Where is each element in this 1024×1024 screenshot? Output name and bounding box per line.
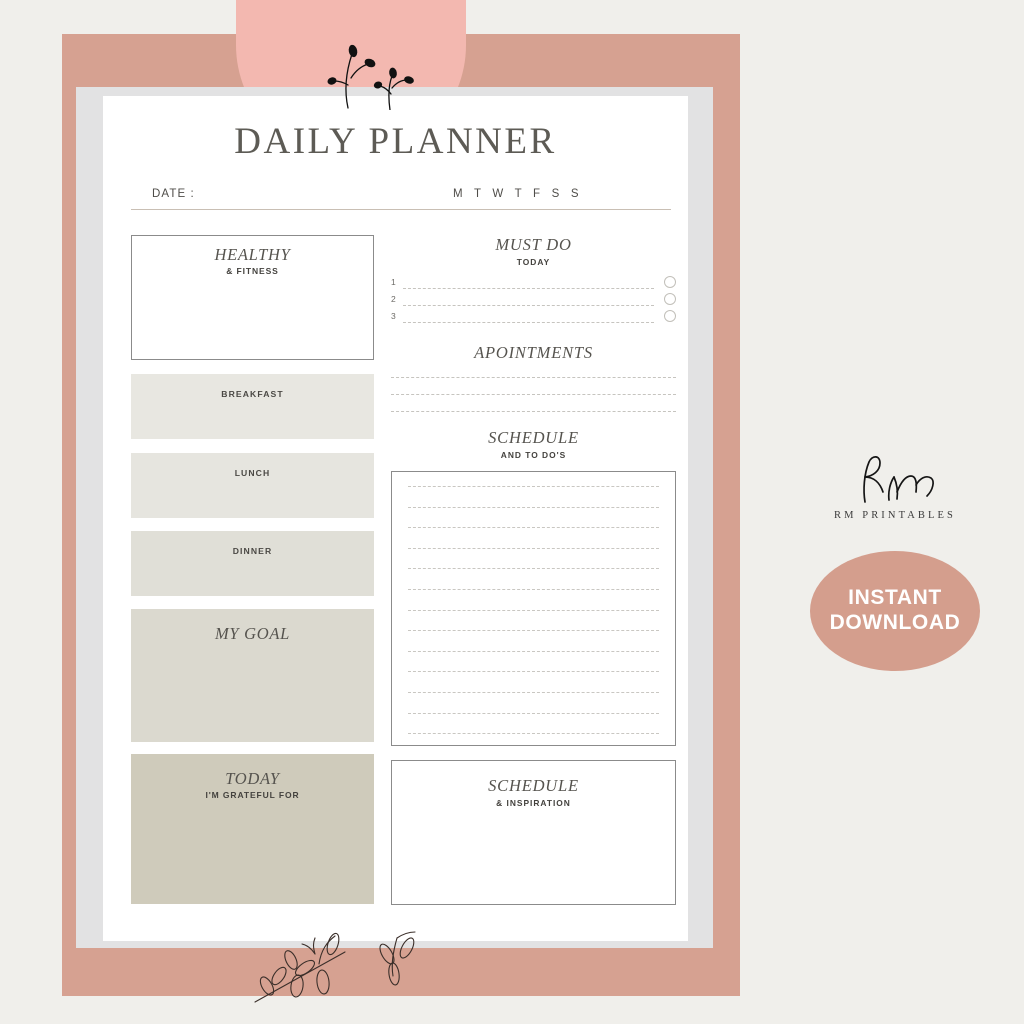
daily-planner-sheet: DAILY PLANNER DATE : M T W T F S S HEALT… xyxy=(103,96,688,941)
inspiration-subheading: & INSPIRATION xyxy=(496,798,571,808)
left-column: HEALTHY & FITNESS BREAKFAST LUNCH DINNER… xyxy=(131,235,374,904)
healthy-heading: HEALTHY xyxy=(214,245,291,264)
badge-line-1: INSTANT xyxy=(848,586,942,610)
must-do-write-line[interactable] xyxy=(403,305,654,306)
date-label[interactable]: DATE : xyxy=(152,188,195,200)
appointment-line[interactable] xyxy=(391,411,676,412)
must-do-item[interactable]: 1 xyxy=(391,276,676,293)
healthy-subheading: & FITNESS xyxy=(226,266,279,276)
appointment-line[interactable] xyxy=(391,394,676,395)
schedule-lined-box[interactable] xyxy=(391,471,676,746)
today-subheading: I'M GRATEFUL FOR xyxy=(205,790,300,800)
today-heading: TODAY xyxy=(225,769,280,788)
must-do-number: 3 xyxy=(391,311,396,321)
must-do-list: 1 2 3 xyxy=(391,276,676,327)
instant-download-badge[interactable]: INSTANT DOWNLOAD xyxy=(810,551,980,671)
lunch-label: LUNCH xyxy=(234,468,271,478)
healthy-fitness-box[interactable]: HEALTHY & FITNESS xyxy=(131,235,374,360)
breakfast-label: BREAKFAST xyxy=(221,389,284,399)
must-do-item[interactable]: 3 xyxy=(391,310,676,327)
inspiration-box[interactable]: SCHEDULE & INSPIRATION xyxy=(391,760,676,905)
appointments-heading: APOINTMENTS xyxy=(474,343,593,362)
schedule-section: SCHEDULE AND TO DO'S xyxy=(391,428,676,746)
must-do-checkbox-circle[interactable] xyxy=(664,293,676,305)
inspiration-heading: SCHEDULE xyxy=(488,776,579,795)
date-row: DATE : M T W T F S S xyxy=(131,188,671,214)
dinner-label: DINNER xyxy=(232,546,273,556)
must-do-number: 2 xyxy=(391,294,396,304)
must-do-number: 1 xyxy=(391,277,396,287)
appointments-lines[interactable] xyxy=(391,377,676,412)
lunch-box[interactable]: LUNCH xyxy=(131,453,374,518)
appointments-section: APOINTMENTS xyxy=(391,343,676,412)
schedule-line[interactable] xyxy=(408,691,659,693)
schedule-line[interactable] xyxy=(408,733,659,735)
mockup-stage: DAILY PLANNER DATE : M T W T F S S HEALT… xyxy=(0,0,1024,1024)
dinner-box[interactable]: DINNER xyxy=(131,531,374,596)
schedule-line[interactable] xyxy=(408,506,659,508)
schedule-line[interactable] xyxy=(408,712,659,714)
must-do-write-line[interactable] xyxy=(403,322,654,323)
must-do-subheading: TODAY xyxy=(516,257,551,267)
schedule-line[interactable] xyxy=(408,650,659,652)
badge-line-2: DOWNLOAD xyxy=(829,611,961,634)
must-do-write-line[interactable] xyxy=(403,288,654,289)
schedule-line[interactable] xyxy=(408,547,659,549)
page-title: DAILY PLANNER xyxy=(234,121,557,162)
brand-name: RM PRINTABLES xyxy=(833,510,956,521)
schedule-line[interactable] xyxy=(408,671,659,673)
appointment-line[interactable] xyxy=(391,377,676,378)
date-divider xyxy=(131,209,671,210)
must-do-heading: MUST DO xyxy=(495,235,572,254)
must-do-checkbox-circle[interactable] xyxy=(664,310,676,322)
grateful-box[interactable]: TODAY I'M GRATEFUL FOR xyxy=(131,754,374,904)
my-goal-box[interactable]: MY GOAL xyxy=(131,609,374,742)
schedule-line[interactable] xyxy=(408,486,659,487)
schedule-line[interactable] xyxy=(408,527,659,529)
schedule-line[interactable] xyxy=(408,609,659,611)
right-column: MUST DO TODAY 1 2 3 APOINTMENTS SCHEDULE… xyxy=(391,235,676,905)
schedule-subheading: AND TO DO'S xyxy=(500,450,567,460)
rm-monogram-logo-icon xyxy=(863,456,934,503)
breakfast-box[interactable]: BREAKFAST xyxy=(131,374,374,439)
must-do-checkbox-circle[interactable] xyxy=(664,276,676,288)
must-do-section: MUST DO TODAY 1 2 3 xyxy=(391,235,676,327)
schedule-line[interactable] xyxy=(408,568,659,570)
schedule-line[interactable] xyxy=(408,630,659,632)
schedule-heading: SCHEDULE xyxy=(488,428,579,447)
my-goal-heading: MY GOAL xyxy=(214,624,291,643)
brand-block: RM PRINTABLES xyxy=(800,452,990,521)
must-do-item[interactable]: 2 xyxy=(391,293,676,310)
weekday-selector[interactable]: M T W T F S S xyxy=(453,188,583,200)
schedule-line[interactable] xyxy=(408,588,659,590)
